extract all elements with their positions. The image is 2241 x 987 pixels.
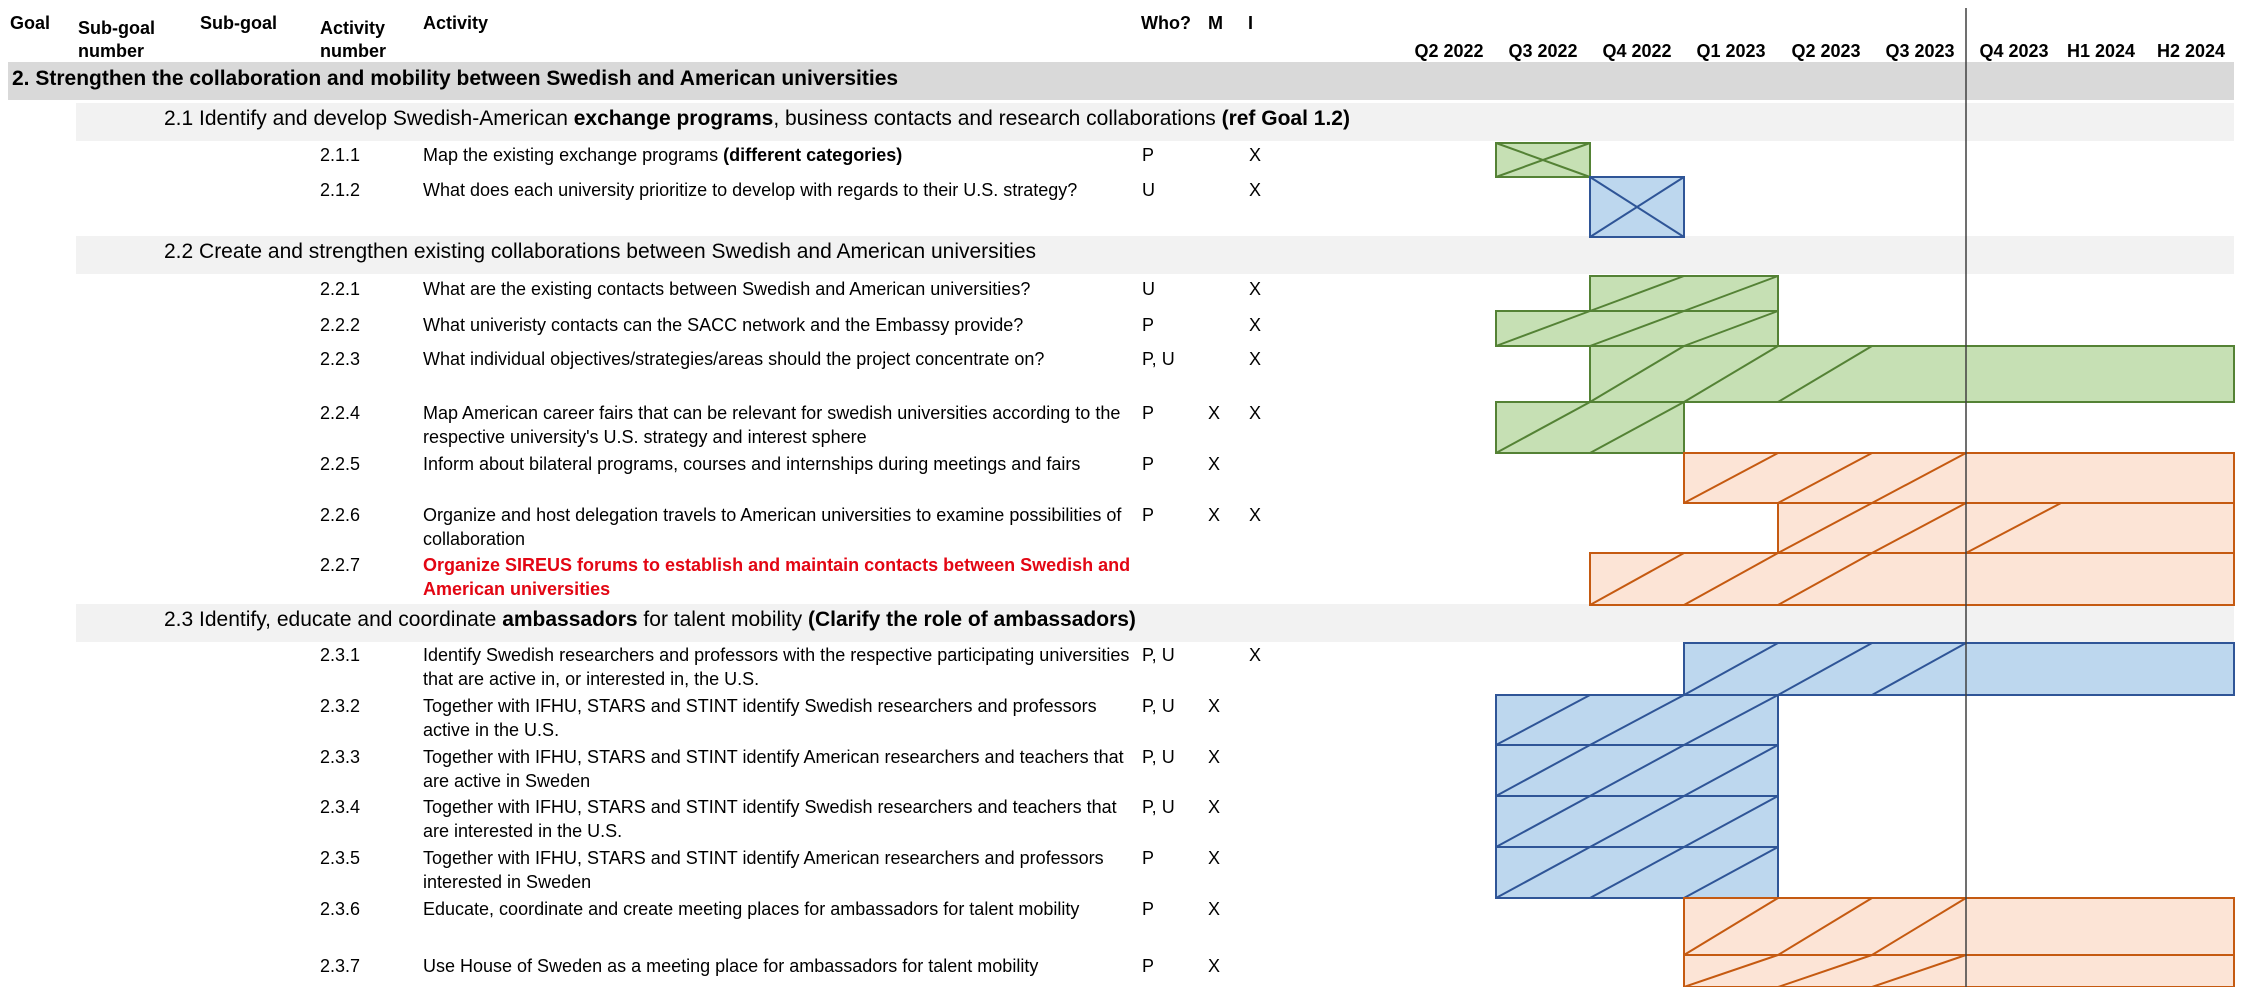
gantt-bar — [1589, 275, 1779, 312]
gantt-bar — [1589, 345, 2235, 403]
gantt-bar — [1683, 642, 2235, 696]
gantt-bar-rect — [1589, 275, 1779, 312]
gantt-bar — [1683, 897, 2235, 956]
gantt-bar — [1683, 954, 2235, 987]
gantt-bar — [1495, 401, 1685, 454]
gantt-bar — [1495, 795, 1779, 848]
gantt-bar-rect — [1495, 401, 1685, 454]
gantt-bar — [1589, 176, 1685, 238]
gantt-bar — [1589, 552, 2235, 606]
gantt-bar-rect — [1683, 452, 2235, 504]
gantt-chart — [1495, 8, 2235, 987]
gantt-bar — [1495, 744, 1779, 797]
gantt-bar — [1495, 310, 1779, 347]
gantt-bar-rect — [1777, 502, 2235, 554]
gantt-bar-rect — [1683, 897, 2235, 956]
gantt-bar — [1777, 502, 2235, 554]
gantt-bar-rect — [1683, 642, 2235, 696]
gantt-bar-rect — [1589, 345, 2235, 403]
gantt-bar-rect — [1589, 552, 2235, 606]
gantt-bar — [1495, 846, 1779, 899]
gantt-bar — [1495, 694, 1779, 746]
gantt-bar — [1683, 452, 2235, 504]
gantt-bar — [1495, 142, 1591, 178]
